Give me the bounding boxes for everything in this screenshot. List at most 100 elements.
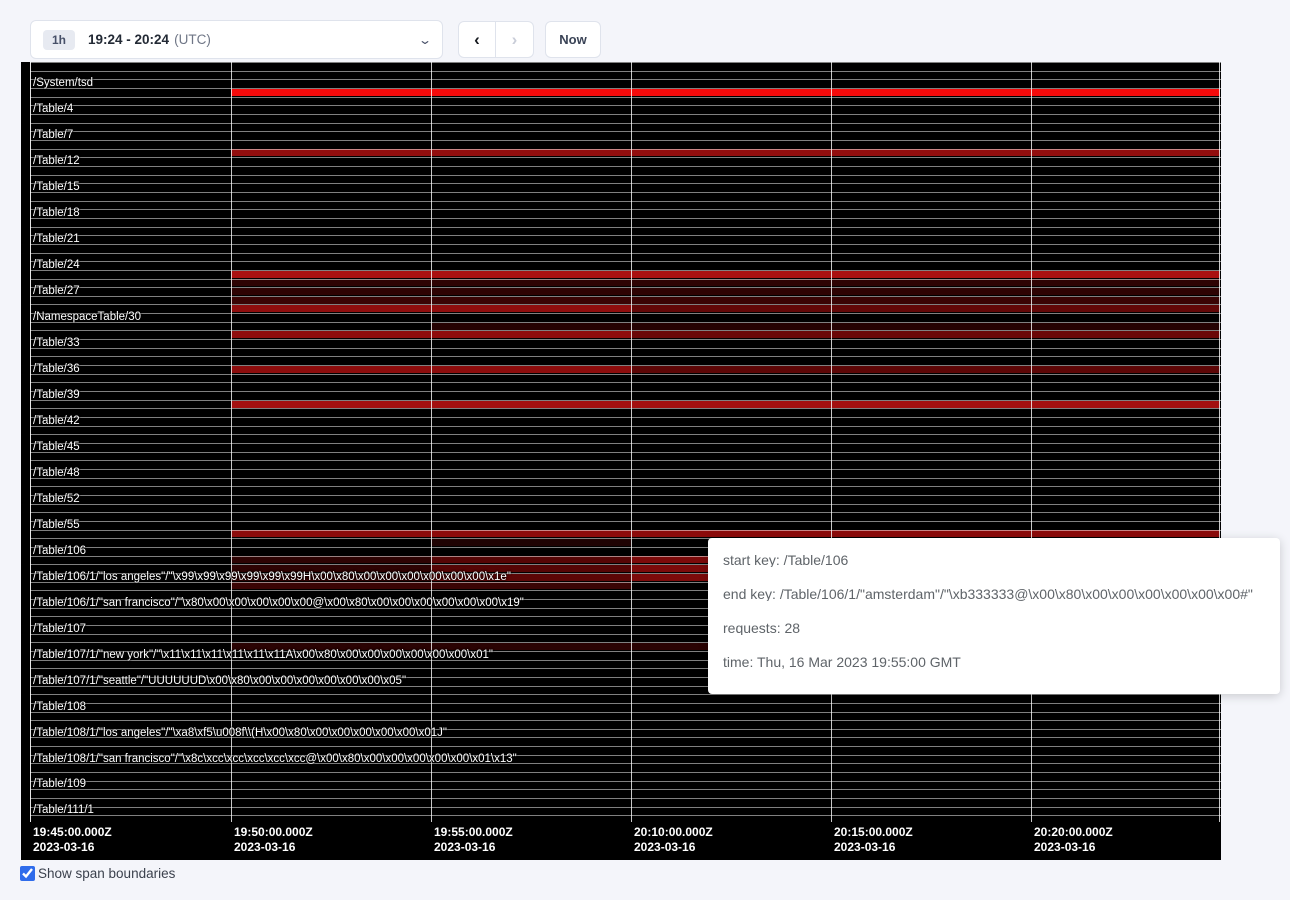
axis-tick-date: 2023-03-16 — [834, 840, 895, 854]
span-boundary-line — [30, 400, 1221, 401]
span-boundary-line — [30, 330, 1221, 331]
keyspan-label: /Table/33 — [33, 337, 80, 350]
tooltip-time: time: Thu, 16 Mar 2023 19:55:00 GMT — [723, 655, 1264, 669]
span-boundary-line — [30, 798, 1221, 799]
time-gridline — [231, 62, 232, 822]
span-boundary-line — [30, 408, 1221, 409]
heat-band[interactable] — [231, 271, 1220, 278]
prev-time-button[interactable]: ‹ — [458, 21, 496, 58]
span-boundaries-label: Show span boundaries — [38, 866, 175, 881]
span-boundary-line — [30, 88, 1221, 89]
time-nav-group: ‹ › — [458, 21, 534, 58]
span-boundaries-control: Show span boundaries — [20, 866, 175, 881]
axis-tick-time: 20:15:00.000Z — [834, 825, 913, 839]
heat-band[interactable] — [431, 539, 631, 546]
keyspan-label: /Table/36 — [33, 363, 80, 376]
span-boundary-line — [30, 512, 1221, 513]
span-boundary-line — [30, 270, 1221, 271]
span-boundaries-checkbox[interactable] — [20, 866, 35, 881]
keyvis-canvas[interactable]: /System/tsd/Table/4/Table/7/Table/12/Tab… — [21, 62, 1221, 860]
span-boundary-line — [30, 279, 1221, 280]
heat-band[interactable] — [631, 366, 1220, 373]
span-boundary-line — [30, 426, 1221, 427]
axis-tick-date: 2023-03-16 — [634, 840, 695, 854]
heat-band[interactable] — [431, 323, 1220, 330]
tooltip-requests: requests: 28 — [723, 621, 1264, 635]
keyspan-label: /Table/108/1/"san francisco"/"\x8c\xcc\x… — [33, 753, 517, 766]
span-boundary-line — [30, 218, 1221, 219]
span-boundary-line — [30, 192, 1221, 193]
keyspan-label: /Table/106 — [33, 545, 86, 558]
span-boundary-line — [30, 374, 1221, 375]
heat-band[interactable] — [431, 556, 631, 563]
span-boundary-line — [30, 131, 1221, 132]
axis-tick-time: 19:55:00.000Z — [434, 825, 513, 839]
heat-band[interactable] — [231, 401, 1220, 408]
span-boundary-line — [30, 486, 1221, 487]
span-boundary-line — [30, 365, 1221, 366]
span-boundary-line — [30, 417, 1221, 418]
keyspan-label: /Table/27 — [33, 285, 80, 298]
span-boundary-line — [30, 712, 1221, 713]
span-boundary-line — [30, 114, 1221, 115]
time-gridline — [431, 62, 432, 822]
span-boundary-line — [30, 348, 1221, 349]
keyspan-label: /Table/39 — [33, 389, 80, 402]
keyspan-label: /Table/108/1/"los angeles"/"\xa8\xf5\u00… — [33, 727, 447, 740]
keyspan-label: /Table/52 — [33, 493, 80, 506]
span-boundary-line — [30, 287, 1221, 288]
keyspan-label: /Table/42 — [33, 415, 80, 428]
span-boundary-line — [30, 521, 1221, 522]
span-boundary-line — [30, 789, 1221, 790]
axis-tick-time: 20:10:00.000Z — [634, 825, 713, 839]
heat-band[interactable] — [631, 331, 1220, 338]
span-boundary-line — [30, 703, 1221, 704]
span-boundary-line — [30, 105, 1221, 106]
span-boundary-line — [30, 452, 1221, 453]
span-boundary-line — [30, 157, 1221, 158]
span-boundary-line — [30, 720, 1221, 721]
keyspan-label: /Table/107/1/"seattle"/"UUUUUUD\x00\x80\… — [33, 675, 406, 688]
keyspan-label: /Table/111/1 — [33, 804, 94, 817]
keyspan-label: /NamespaceTable/30 — [33, 311, 141, 324]
span-boundary-line — [30, 183, 1221, 184]
span-boundary-line — [30, 391, 1221, 392]
keyspan-label: /Table/107 — [33, 623, 86, 636]
tooltip-end-key: end key: /Table/106/1/"amsterdam"/"\xb33… — [723, 587, 1264, 601]
time-gridline — [30, 62, 31, 822]
span-boundary-line — [30, 62, 1221, 63]
span-boundary-line — [30, 339, 1221, 340]
heat-band[interactable] — [231, 556, 431, 563]
span-boundary-line — [30, 71, 1221, 72]
heat-band[interactable] — [231, 279, 1220, 286]
heat-band[interactable] — [231, 297, 1220, 304]
span-boundary-line — [30, 781, 1221, 782]
time-gridline — [1219, 62, 1220, 822]
axis-tick-date: 2023-03-16 — [234, 840, 295, 854]
keyspan-label: /Table/4 — [33, 103, 73, 116]
span-boundary-line — [30, 166, 1221, 167]
span-boundary-line — [30, 322, 1221, 323]
span-boundary-line — [30, 97, 1221, 98]
heat-band[interactable] — [231, 149, 1220, 156]
next-time-button[interactable]: › — [496, 21, 534, 58]
span-boundary-line — [30, 356, 1221, 357]
heat-band[interactable] — [231, 288, 1220, 295]
span-boundary-line — [30, 469, 1221, 470]
keyvis-tooltip: start key: /Table/106 end key: /Table/10… — [708, 538, 1280, 694]
span-boundary-line — [30, 149, 1221, 150]
now-button[interactable]: Now — [545, 21, 601, 58]
span-boundary-line — [30, 201, 1221, 202]
span-boundary-line — [30, 261, 1221, 262]
time-gridline — [631, 62, 632, 822]
time-range-selector[interactable]: 1h 19:24 - 20:24 (UTC) ⌄ — [30, 20, 443, 59]
heat-band[interactable] — [631, 305, 1220, 312]
chevron-down-icon: ⌄ — [418, 33, 432, 47]
keyspan-label: /Table/106/1/"san francisco"/"\x80\x00\x… — [33, 597, 524, 610]
heat-band[interactable] — [231, 89, 1220, 96]
keyspan-label: /Table/106/1/"los angeles"/"\x99\x99\x99… — [33, 571, 511, 584]
heat-band[interactable] — [231, 530, 1220, 537]
keyspan-label: /Table/108 — [33, 701, 86, 714]
span-boundary-line — [30, 434, 1221, 435]
keyspan-label: /Table/15 — [33, 181, 80, 194]
